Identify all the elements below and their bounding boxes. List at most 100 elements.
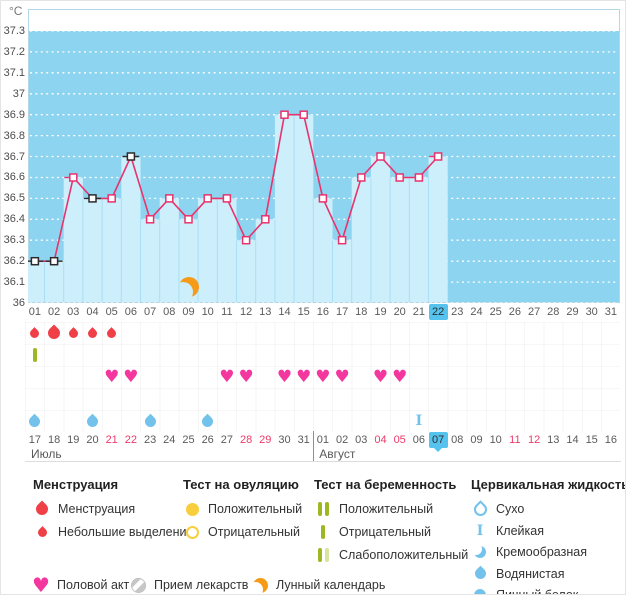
calendar-date-cell[interactable]: 20 <box>83 432 102 448</box>
temperature-marker[interactable] <box>262 216 269 223</box>
intercourse-entry[interactable]: ♥ <box>313 366 332 388</box>
cycle-day-cell[interactable]: 11 <box>217 304 236 320</box>
calendar-date-cell[interactable]: 10 <box>486 432 505 448</box>
calendar-date-cell[interactable]: 26 <box>198 432 217 448</box>
menstruation-entry[interactable] <box>102 322 121 344</box>
calendar-date-cell[interactable]: 31 <box>294 432 313 448</box>
calendar-date-cell[interactable]: 04 <box>371 432 390 448</box>
intercourse-entry[interactable]: ♥ <box>294 366 313 388</box>
calendar-date-cell[interactable]: 24 <box>160 432 179 448</box>
calendar-date-cell[interactable]: 14 <box>563 432 582 448</box>
calendar-date-cell[interactable]: 18 <box>45 432 64 448</box>
day-column-bar[interactable] <box>141 219 160 302</box>
temperature-marker[interactable] <box>319 195 326 202</box>
day-column-bar[interactable] <box>390 178 409 303</box>
temperature-marker[interactable] <box>243 237 250 244</box>
cycle-day-cell[interactable]: 05 <box>102 304 121 320</box>
cycle-day-cell[interactable]: 27 <box>525 304 544 320</box>
day-column-bar[interactable] <box>256 219 275 302</box>
calendar-date-cell[interactable]: 12 <box>525 432 544 448</box>
cycle-day-cell[interactable]: 13 <box>256 304 275 320</box>
day-column-bar[interactable] <box>64 178 83 303</box>
pregnancy-test-entry[interactable] <box>25 344 44 366</box>
calendar-date-cell[interactable]: 07 <box>429 432 448 448</box>
calendar-date-cell[interactable]: 08 <box>448 432 467 448</box>
cycle-day-cell[interactable]: 14 <box>275 304 294 320</box>
calendar-date-cell[interactable]: 27 <box>217 432 236 448</box>
temperature-marker[interactable] <box>300 111 307 118</box>
cycle-day-cell[interactable]: 08 <box>160 304 179 320</box>
cervical-fluid-entry[interactable] <box>83 410 102 432</box>
cycle-day-cell[interactable]: 29 <box>563 304 582 320</box>
calendar-date-cell[interactable]: 13 <box>544 432 563 448</box>
cycle-day-cell[interactable]: 20 <box>390 304 409 320</box>
day-column-bar[interactable] <box>429 157 448 303</box>
cycle-day-cell[interactable]: 31 <box>601 304 620 320</box>
temperature-marker[interactable] <box>89 195 96 202</box>
cycle-day-cell[interactable]: 26 <box>505 304 524 320</box>
temperature-marker[interactable] <box>147 216 154 223</box>
temperature-marker[interactable] <box>435 153 442 160</box>
temperature-marker[interactable] <box>415 174 422 181</box>
calendar-date-cell[interactable]: 11 <box>505 432 524 448</box>
cycle-day-cell[interactable]: 17 <box>333 304 352 320</box>
menstruation-entry[interactable] <box>44 322 63 344</box>
day-column-bar[interactable] <box>83 198 102 302</box>
cycle-day-cell[interactable]: 18 <box>352 304 371 320</box>
cycle-day-cell[interactable]: 04 <box>83 304 102 320</box>
cycle-day-cell[interactable]: 28 <box>544 304 563 320</box>
cycle-day-cell[interactable]: 23 <box>448 304 467 320</box>
calendar-date-cell[interactable]: 23 <box>141 432 160 448</box>
menstruation-entry[interactable] <box>25 322 44 344</box>
cycle-day-cell[interactable]: 25 <box>486 304 505 320</box>
day-column-bar[interactable] <box>371 157 390 303</box>
temperature-marker[interactable] <box>396 174 403 181</box>
calendar-date-cell[interactable]: 09 <box>467 432 486 448</box>
intercourse-entry[interactable]: ♥ <box>121 366 140 388</box>
intercourse-entry[interactable]: ♥ <box>332 366 351 388</box>
cervical-fluid-entry[interactable] <box>140 410 159 432</box>
intercourse-entry[interactable]: ♥ <box>390 366 409 388</box>
temperature-marker[interactable] <box>281 111 288 118</box>
cycle-day-cell[interactable]: 19 <box>371 304 390 320</box>
cycle-day-cell[interactable]: 01 <box>25 304 44 320</box>
calendar-date-cell[interactable]: 05 <box>390 432 409 448</box>
temperature-marker[interactable] <box>185 216 192 223</box>
calendar-date-cell[interactable]: 01 <box>313 432 332 448</box>
day-column-bar[interactable] <box>237 240 256 302</box>
calendar-date-cell[interactable]: 22 <box>121 432 140 448</box>
cycle-day-cell[interactable]: 24 <box>467 304 486 320</box>
calendar-date-cell[interactable]: 17 <box>25 432 44 448</box>
intercourse-entry[interactable]: ♥ <box>275 366 294 388</box>
cycle-day-cell[interactable]: 07 <box>141 304 160 320</box>
temperature-marker[interactable] <box>51 258 58 265</box>
day-column-bar[interactable] <box>198 198 217 302</box>
cycle-day-cell[interactable]: 21 <box>409 304 428 320</box>
temperature-marker[interactable] <box>339 237 346 244</box>
cycle-day-cell[interactable]: 02 <box>45 304 64 320</box>
cycle-day-cell[interactable]: 22 <box>429 304 448 320</box>
cycle-day-cell[interactable]: 03 <box>64 304 83 320</box>
cycle-day-cell[interactable]: 10 <box>198 304 217 320</box>
cycle-day-cell[interactable]: 12 <box>237 304 256 320</box>
intercourse-entry[interactable]: ♥ <box>236 366 255 388</box>
day-column-bar[interactable] <box>352 178 371 303</box>
temperature-marker[interactable] <box>70 174 77 181</box>
intercourse-entry[interactable]: ♥ <box>371 366 390 388</box>
cycle-day-cell[interactable]: 06 <box>121 304 140 320</box>
day-column-bar[interactable] <box>409 178 428 303</box>
temperature-marker[interactable] <box>358 174 365 181</box>
calendar-date-cell[interactable]: 19 <box>64 432 83 448</box>
day-column-bar[interactable] <box>275 115 294 302</box>
calendar-date-cell[interactable]: 16 <box>601 432 620 448</box>
day-column-bar[interactable] <box>45 261 64 302</box>
calendar-date-cell[interactable]: 25 <box>179 432 198 448</box>
cycle-day-cell[interactable]: 09 <box>179 304 198 320</box>
day-column-bar[interactable] <box>28 261 45 302</box>
calendar-date-cell[interactable]: 03 <box>352 432 371 448</box>
calendar-date-cell[interactable]: 06 <box>409 432 428 448</box>
intercourse-entry[interactable]: ♥ <box>217 366 236 388</box>
day-column-bar[interactable] <box>102 198 121 302</box>
calendar-date-cell[interactable]: 29 <box>256 432 275 448</box>
menstruation-entry[interactable] <box>64 322 83 344</box>
